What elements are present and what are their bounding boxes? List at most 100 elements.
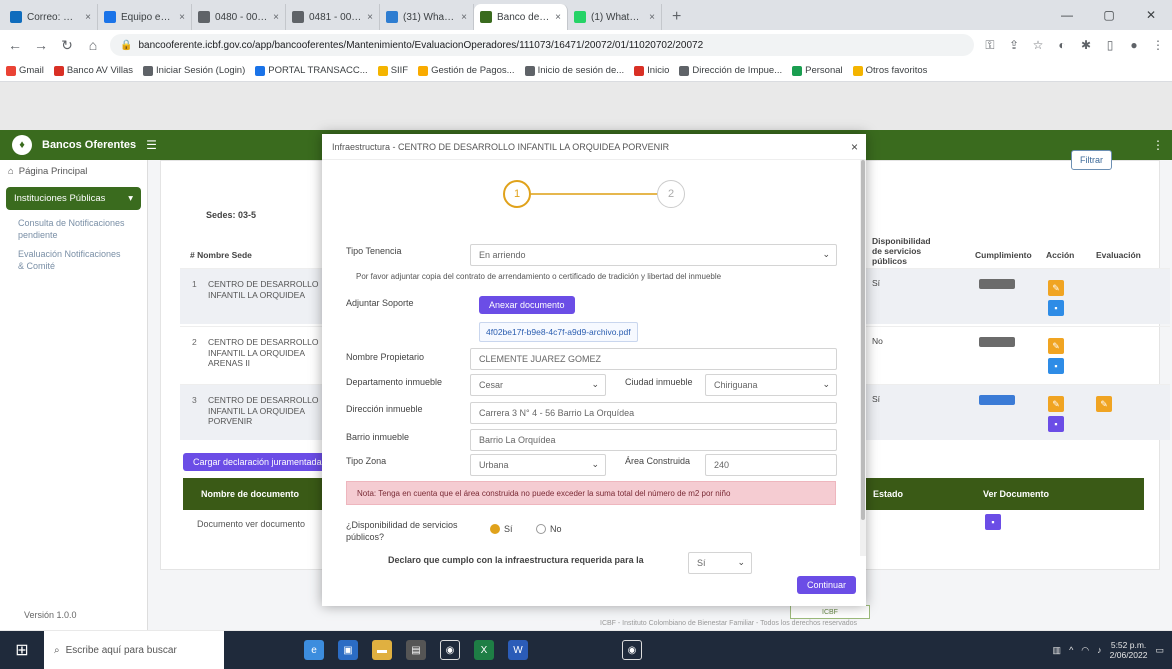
step-2[interactable]: 2 [657, 180, 685, 208]
clock[interactable]: 5:52 p.m. 2/06/2022 [1110, 640, 1148, 660]
bookmark-item[interactable]: Banco AV Villas [53, 65, 133, 76]
reload-icon[interactable]: ↻ [58, 37, 76, 54]
continue-button[interactable]: Continuar [796, 576, 856, 594]
tab-close-icon[interactable]: × [85, 12, 91, 23]
menu-icon[interactable]: ⋮ [1150, 38, 1166, 52]
view-icon[interactable]: ▪ [1048, 416, 1064, 432]
direccion-input[interactable]: Carrera 3 N° 4 - 56 Barrio La Orquídea [470, 402, 837, 424]
chevron-down-icon: ▾ [128, 193, 133, 204]
bookmark-item[interactable]: Otros favoritos [852, 65, 927, 76]
filter-button[interactable]: Filtrar [1071, 150, 1112, 170]
tipo-tenencia-select[interactable]: En arriendo ⌄ [470, 244, 837, 266]
bookmark-item[interactable]: SIIF [377, 65, 408, 76]
bookmark-label: Inicio [647, 65, 670, 76]
close-icon[interactable]: × [851, 140, 858, 154]
tab-close-icon[interactable]: × [367, 12, 373, 23]
taskbar-search[interactable]: ⌕ Escribe aquí para buscar [44, 631, 224, 669]
puzzle-icon[interactable]: ✱ [1078, 38, 1094, 52]
bookmark-label: Gestión de Pagos... [431, 65, 515, 76]
browser-tab[interactable]: Equipo evaluado × [98, 4, 192, 30]
bookmark-item[interactable]: Dirección de Impue... [679, 65, 782, 76]
tab-title: (1) WhatsApp [591, 11, 644, 23]
browser-tab[interactable]: Correo: Claudia I × [4, 4, 98, 30]
chrome-icon[interactable]: ◉ [440, 640, 460, 660]
browser-tab[interactable]: (31) WhatsApp × [380, 4, 474, 30]
chrome-profile-icon[interactable]: ◉ [622, 640, 642, 660]
browser-tab[interactable]: 0480 - 00590151 × [192, 4, 286, 30]
word-icon[interactable]: W [508, 640, 528, 660]
edit-icon[interactable]: ✎ [1048, 280, 1064, 296]
radio-no[interactable]: No [536, 524, 562, 534]
attach-document-button[interactable]: Anexar documento [479, 296, 575, 314]
bookmark-item[interactable]: Gmail [6, 65, 44, 76]
tab-close-icon[interactable]: × [555, 12, 561, 23]
tab-close-icon[interactable]: × [461, 12, 467, 23]
volume-icon[interactable]: ♪ [1097, 645, 1102, 655]
hamburger-icon[interactable]: ☰ [146, 138, 157, 152]
sidebar-subitem-notifications[interactable]: Consulta de Notificaciones pendiente [0, 214, 147, 245]
doc-header-name: Nombre de documento [201, 489, 300, 499]
view-icon[interactable]: ▪ [1048, 300, 1064, 316]
declaro-select[interactable]: Sí ⌄ [688, 552, 752, 574]
browser-tab[interactable]: Banco de Oferen × [474, 4, 568, 30]
barrio-input[interactable]: Barrio La Orquídea [470, 429, 837, 451]
home-icon[interactable]: ⌂ [84, 37, 102, 53]
notifications-icon[interactable]: ▭ [1155, 645, 1164, 656]
tab-close-icon[interactable]: × [273, 12, 279, 23]
new-tab-icon[interactable]: + [662, 4, 691, 30]
depto-select[interactable]: Cesar ⌄ [470, 374, 606, 396]
wifi-icon[interactable]: ◠ [1081, 645, 1089, 656]
star-icon[interactable]: ☆ [1030, 38, 1046, 52]
ciudad-select[interactable]: Chiriguana ⌄ [705, 374, 837, 396]
share-icon[interactable]: ⇪ [1006, 38, 1022, 52]
task-view-icon[interactable]: ▣ [338, 640, 358, 660]
view-icon[interactable]: ▪ [1048, 358, 1064, 374]
bookmark-item[interactable]: Iniciar Sesión (Login) [143, 65, 245, 76]
network-icon[interactable]: ▥ [1053, 645, 1062, 656]
tab-close-icon[interactable]: × [649, 12, 655, 23]
sidebar-icon[interactable]: ▯ [1102, 38, 1118, 52]
tab-close-icon[interactable]: × [179, 12, 185, 23]
sidebar-item-public-institutions[interactable]: Instituciones Públicas ▾ [6, 187, 141, 210]
maximize-icon[interactable]: ▢ [1088, 0, 1130, 30]
chevron-down-icon: ⌄ [591, 459, 599, 469]
minimize-icon[interactable]: — [1046, 0, 1088, 30]
bookmark-item[interactable]: Inicio [634, 65, 669, 76]
step-1[interactable]: 1 [503, 180, 531, 208]
chevron-up-icon[interactable]: ^ [1069, 645, 1073, 655]
close-window-icon[interactable]: ✕ [1130, 0, 1172, 30]
key-icon[interactable]: ⚿ [982, 38, 998, 53]
radio-si[interactable]: Sí [490, 524, 513, 534]
evaluate-icon[interactable]: ✎ [1096, 396, 1112, 412]
excel-icon[interactable]: X [474, 640, 494, 660]
upload-declaration-button[interactable]: Cargar declaración juramentada [183, 453, 332, 471]
footer-note: ICBF - Instituto Colombiano de Bienestar… [600, 620, 858, 627]
bookmark-item[interactable]: Personal [792, 65, 843, 76]
attached-document-link[interactable]: 4f02be17f-b9e8-4c7f-a9d9-archivo.pdf [479, 322, 638, 342]
store-icon[interactable]: ▤ [406, 640, 426, 660]
bookmark-item[interactable]: PORTAL TRANSACC... [255, 65, 368, 76]
view-document-icon[interactable]: ▪ [985, 514, 1001, 530]
zona-select[interactable]: Urbana ⌄ [470, 454, 606, 476]
windows-start-icon[interactable]: ⊞ [0, 640, 44, 660]
file-explorer-icon[interactable]: ▬ [372, 640, 392, 660]
extension-icon[interactable]: ◐ [1054, 38, 1070, 52]
edge-icon[interactable]: e [304, 640, 324, 660]
url-field[interactable]: 🔒 bancooferente.icbf.gov.co/app/bancoofe… [110, 34, 974, 56]
propietario-input[interactable]: CLEMENTE JUAREZ GOMEZ [470, 348, 837, 370]
edit-icon[interactable]: ✎ [1048, 396, 1064, 412]
forward-icon[interactable]: → [32, 37, 50, 53]
edit-icon[interactable]: ✎ [1048, 338, 1064, 354]
direccion-label: Dirección inmueble [346, 404, 423, 414]
browser-tab[interactable]: (1) WhatsApp × [568, 4, 662, 30]
sidebar-subitem-evaluation[interactable]: Evaluación Notificaciones & Comité [0, 245, 147, 276]
modal-scrollbar[interactable] [860, 160, 866, 556]
bookmark-item[interactable]: Inicio de sesión de... [524, 65, 624, 76]
area-input[interactable]: 240 [705, 454, 837, 476]
profile-icon[interactable]: ● [1126, 38, 1142, 52]
bookmark-item[interactable]: Gestión de Pagos... [418, 65, 515, 76]
browser-tab[interactable]: 0481 - 00591051 × [286, 4, 380, 30]
back-icon[interactable]: ← [6, 37, 24, 53]
user-menu-icon[interactable]: ⋮ [1152, 138, 1164, 152]
sidebar-item-home[interactable]: ⌂ Página Principal [0, 160, 147, 183]
